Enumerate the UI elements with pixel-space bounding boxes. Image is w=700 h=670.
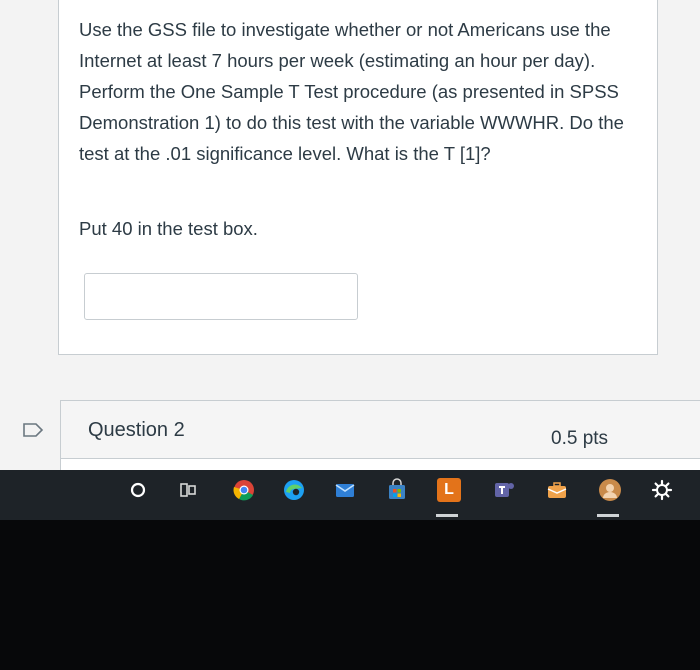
app-l-icon[interactable]: L [437, 478, 461, 502]
question-note: Put 40 in the test box. [79, 218, 258, 239]
app-l-running-indicator [436, 514, 458, 517]
question-1-card: Use the GSS file to investigate whether … [58, 0, 658, 355]
quiz-page: Use the GSS file to investigate whether … [0, 0, 700, 470]
question-2-points: 0.5 pts [551, 428, 609, 449]
teams-icon[interactable] [492, 478, 516, 502]
question-2-header: Question 2 0.5 pts [60, 400, 700, 462]
mail-icon[interactable] [333, 478, 357, 502]
question-2-body [60, 458, 700, 470]
task-view-icon[interactable] [176, 478, 200, 502]
flag-question-icon[interactable] [22, 422, 44, 438]
briefcase-icon[interactable] [545, 478, 569, 502]
monitor-bezel [0, 520, 700, 670]
start-icon[interactable] [126, 478, 150, 502]
question-2-title: Question 2 [88, 419, 185, 441]
store-icon[interactable] [385, 478, 409, 502]
avatar-icon[interactable] [598, 478, 622, 502]
edge-icon[interactable] [282, 478, 306, 502]
avatar-running-indicator [597, 514, 619, 517]
question-prompt: Use the GSS file to investigate whether … [79, 19, 624, 164]
answer-input[interactable] [84, 273, 358, 320]
chrome-icon[interactable] [232, 478, 256, 502]
settings-icon[interactable] [650, 478, 674, 502]
